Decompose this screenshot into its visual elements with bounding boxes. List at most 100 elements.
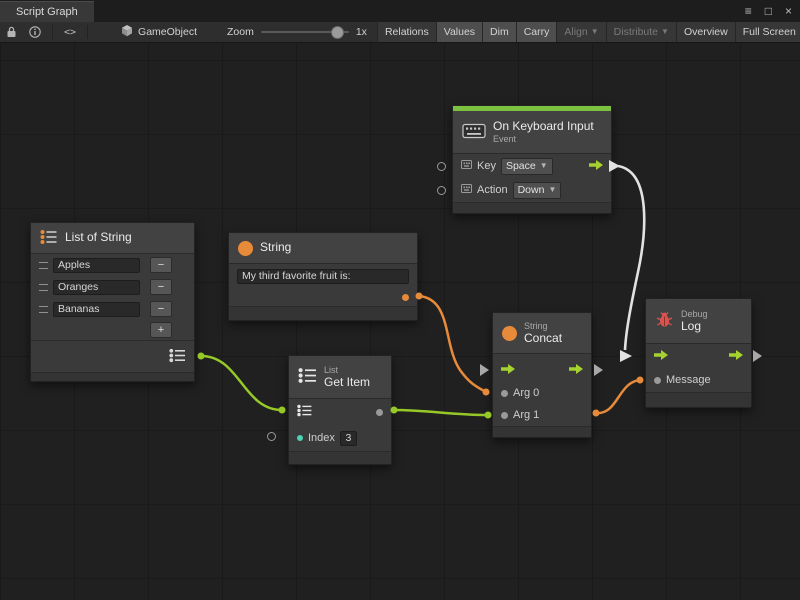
list-output-port-icon[interactable] xyxy=(169,348,186,366)
port-label: Action xyxy=(477,184,508,196)
window-controls: ≡ □ × xyxy=(745,5,800,17)
flow-row xyxy=(646,344,751,368)
code-icon[interactable]: <> xyxy=(58,22,82,42)
distribute-dropdown-button[interactable]: Distribute▼ xyxy=(606,22,676,42)
flow-output-arrow-icon[interactable] xyxy=(569,364,583,377)
node-header[interactable]: String Concat xyxy=(493,313,591,354)
node-header[interactable]: Debug Log xyxy=(646,299,751,344)
drag-handle-icon[interactable] xyxy=(39,262,48,269)
arg0-input-port[interactable] xyxy=(501,390,508,397)
key-port-row: Key Space▼ xyxy=(453,154,611,178)
flow-output-arrow-icon[interactable] xyxy=(729,350,743,363)
dim-button[interactable]: Dim xyxy=(482,22,516,42)
flow-output-arrow-icon[interactable] xyxy=(589,160,603,173)
node-header[interactable]: String xyxy=(229,233,417,264)
node-header[interactable]: List Get Item xyxy=(289,356,391,399)
node-category: Debug xyxy=(681,309,708,320)
node-subtitle: Event xyxy=(493,134,594,145)
key-dropdown[interactable]: Space▼ xyxy=(501,158,553,175)
bug-icon xyxy=(655,311,674,331)
action-port-socket[interactable] xyxy=(437,186,446,195)
node-footer xyxy=(229,306,417,320)
node-title: Concat xyxy=(524,332,562,346)
add-item-row: + xyxy=(31,320,194,340)
titlebar: Script Graph ≡ □ × xyxy=(0,0,800,22)
node-title: String xyxy=(260,241,291,255)
string-type-icon xyxy=(238,241,253,256)
index-port-socket[interactable] xyxy=(267,432,276,441)
zoom-value: 1x xyxy=(356,26,367,38)
dropdown-caret-icon: ▼ xyxy=(540,162,548,170)
arg0-row: Arg 0 xyxy=(493,382,591,404)
port-label: Index xyxy=(308,432,335,444)
menu-icon[interactable]: ≡ xyxy=(745,5,752,17)
dropdown-caret-icon: ▼ xyxy=(591,28,599,36)
key-type-icon xyxy=(461,160,472,172)
node-header[interactable]: On Keyboard Input Event xyxy=(453,111,611,154)
string-output-row xyxy=(229,288,417,306)
item-output-port[interactable] xyxy=(376,409,383,416)
carry-button[interactable]: Carry xyxy=(516,22,557,42)
flow-input-arrow-icon[interactable] xyxy=(654,350,668,363)
node-header[interactable]: List of String xyxy=(31,223,194,254)
remove-item-button[interactable]: − xyxy=(150,257,172,273)
drag-handle-icon[interactable] xyxy=(39,306,48,313)
list-input-port-icon[interactable] xyxy=(297,404,312,420)
node-debug-log[interactable]: Debug Log Message xyxy=(645,298,752,408)
tab-script-graph[interactable]: Script Graph xyxy=(0,1,94,22)
node-title: Log xyxy=(681,320,708,334)
values-button[interactable]: Values xyxy=(436,22,482,42)
node-footer xyxy=(453,202,611,213)
overview-button[interactable]: Overview xyxy=(676,22,735,42)
list-icon xyxy=(298,367,317,387)
drag-handle-icon[interactable] xyxy=(39,284,48,291)
port-label: Message xyxy=(666,374,711,386)
maximize-icon[interactable]: □ xyxy=(765,5,772,17)
string-value-field[interactable]: My third favorite fruit is: xyxy=(237,269,409,284)
list-item-field[interactable]: Bananas xyxy=(53,302,140,317)
string-output-port[interactable] xyxy=(402,294,409,301)
add-item-button[interactable]: + xyxy=(150,322,172,338)
lock-icon[interactable] xyxy=(0,22,23,42)
node-concat[interactable]: String Concat Arg 0 Arg 1 xyxy=(492,312,592,438)
zoom-slider[interactable] xyxy=(261,31,349,33)
align-dropdown-button[interactable]: Align▼ xyxy=(556,22,605,42)
list-item-field[interactable]: Apples xyxy=(53,258,140,273)
list-icon xyxy=(40,229,58,248)
list-item-field[interactable]: Oranges xyxy=(53,280,140,295)
toolbar-separator xyxy=(87,25,88,39)
index-input-port[interactable] xyxy=(297,435,303,441)
relations-button[interactable]: Relations xyxy=(377,22,436,42)
message-input-port[interactable] xyxy=(654,377,661,384)
toolbar-separator xyxy=(52,25,53,39)
list-item-row: Bananas − xyxy=(31,298,194,320)
node-on-keyboard-input[interactable]: On Keyboard Input Event Key Space▼ Actio… xyxy=(452,105,612,214)
node-footer xyxy=(493,426,591,437)
script-graph-window: { "window": { "tab_title": "Script Graph… xyxy=(0,0,800,600)
port-label: Key xyxy=(477,160,496,172)
tab-label: Script Graph xyxy=(16,6,78,18)
flow-input-arrow-icon[interactable] xyxy=(501,364,515,377)
zoom-slider-knob[interactable] xyxy=(331,26,344,39)
action-type-icon xyxy=(461,184,472,196)
fullscreen-button[interactable]: Full Screen xyxy=(735,22,800,42)
string-value-row: My third favorite fruit is: xyxy=(229,264,417,288)
remove-item-button[interactable]: − xyxy=(150,301,172,317)
key-port-socket[interactable] xyxy=(437,162,446,171)
toolbar: <> GameObject Zoom 1x Relations Values D… xyxy=(0,22,800,43)
info-icon[interactable] xyxy=(23,22,47,42)
node-get-item[interactable]: List Get Item Index 3 xyxy=(288,355,392,465)
node-string-literal[interactable]: String My third favorite fruit is: xyxy=(228,232,418,321)
node-list-of-string[interactable]: List of String Apples − Oranges − Banana… xyxy=(30,222,195,382)
gameobject-context[interactable]: GameObject xyxy=(121,24,197,40)
index-field[interactable]: 3 xyxy=(340,431,357,446)
action-dropdown[interactable]: Down▼ xyxy=(513,182,562,199)
remove-item-button[interactable]: − xyxy=(150,279,172,295)
node-category: String xyxy=(524,321,562,332)
gameobject-label: GameObject xyxy=(138,26,197,38)
list-item-row: Oranges − xyxy=(31,276,194,298)
close-icon[interactable]: × xyxy=(785,5,792,17)
zoom-label: Zoom xyxy=(227,26,254,38)
message-row: Message xyxy=(646,368,751,392)
arg1-input-port[interactable] xyxy=(501,412,508,419)
